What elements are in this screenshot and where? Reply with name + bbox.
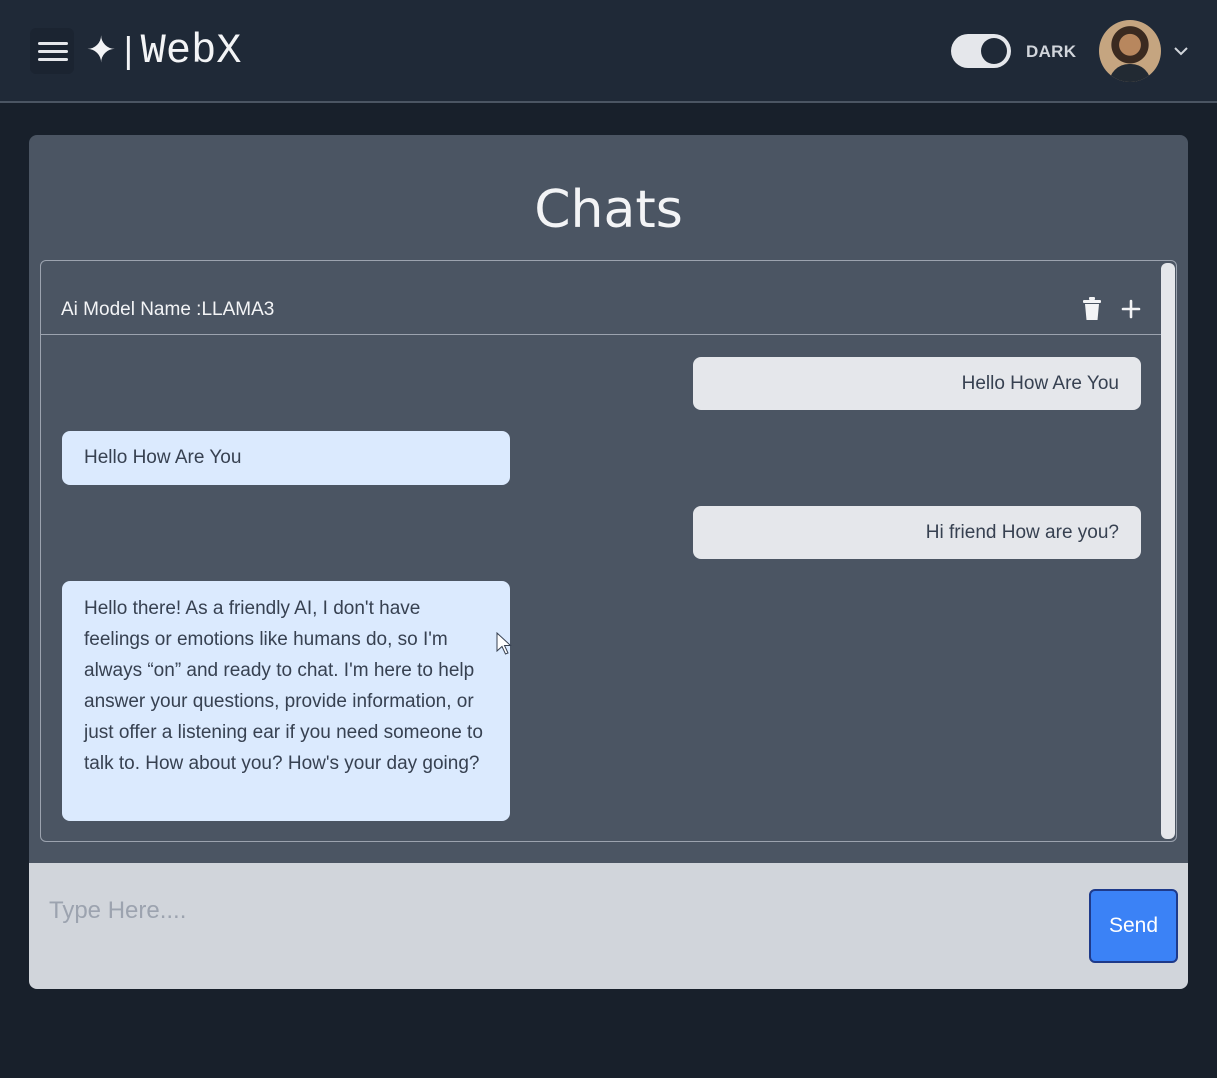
logo-separator: | (118, 31, 139, 71)
user-avatar[interactable] (1099, 20, 1161, 82)
message-input[interactable] (49, 891, 1079, 931)
chevron-down-icon[interactable] (1172, 42, 1190, 60)
theme-mode-label: DARK (1026, 42, 1077, 61)
page-title: Chats (534, 180, 683, 240)
mouse-cursor-icon (496, 632, 512, 655)
theme-toggle[interactable] (951, 34, 1011, 68)
assistant-message: Hello How Are You (62, 431, 510, 485)
brand-logo[interactable]: ✦ | WebX (86, 28, 241, 74)
logo-text: WebX (140, 27, 242, 75)
chat-window: Ai Model Name :LLAMA3 Hello How Are You … (40, 260, 1177, 842)
toggle-knob (981, 38, 1007, 64)
composer-bar: Send (29, 863, 1188, 989)
send-button[interactable]: Send (1089, 889, 1178, 963)
logo-star-icon: ✦ (86, 30, 117, 71)
top-navbar: ✦ | WebX DARK (0, 0, 1217, 103)
assistant-message: Hello there! As a friendly AI, I don't h… (62, 581, 510, 821)
plus-icon[interactable] (1121, 299, 1141, 319)
model-name-label: Ai Model Name :LLAMA3 (61, 299, 275, 320)
chat-scrollbar[interactable] (1161, 263, 1175, 839)
trash-icon[interactable] (1081, 297, 1103, 321)
user-message: Hi friend How are you? (693, 506, 1141, 559)
hamburger-menu-icon[interactable] (30, 28, 74, 74)
user-message: Hello How Are You (693, 357, 1141, 410)
chat-header: Ai Model Name :LLAMA3 (41, 261, 1161, 335)
